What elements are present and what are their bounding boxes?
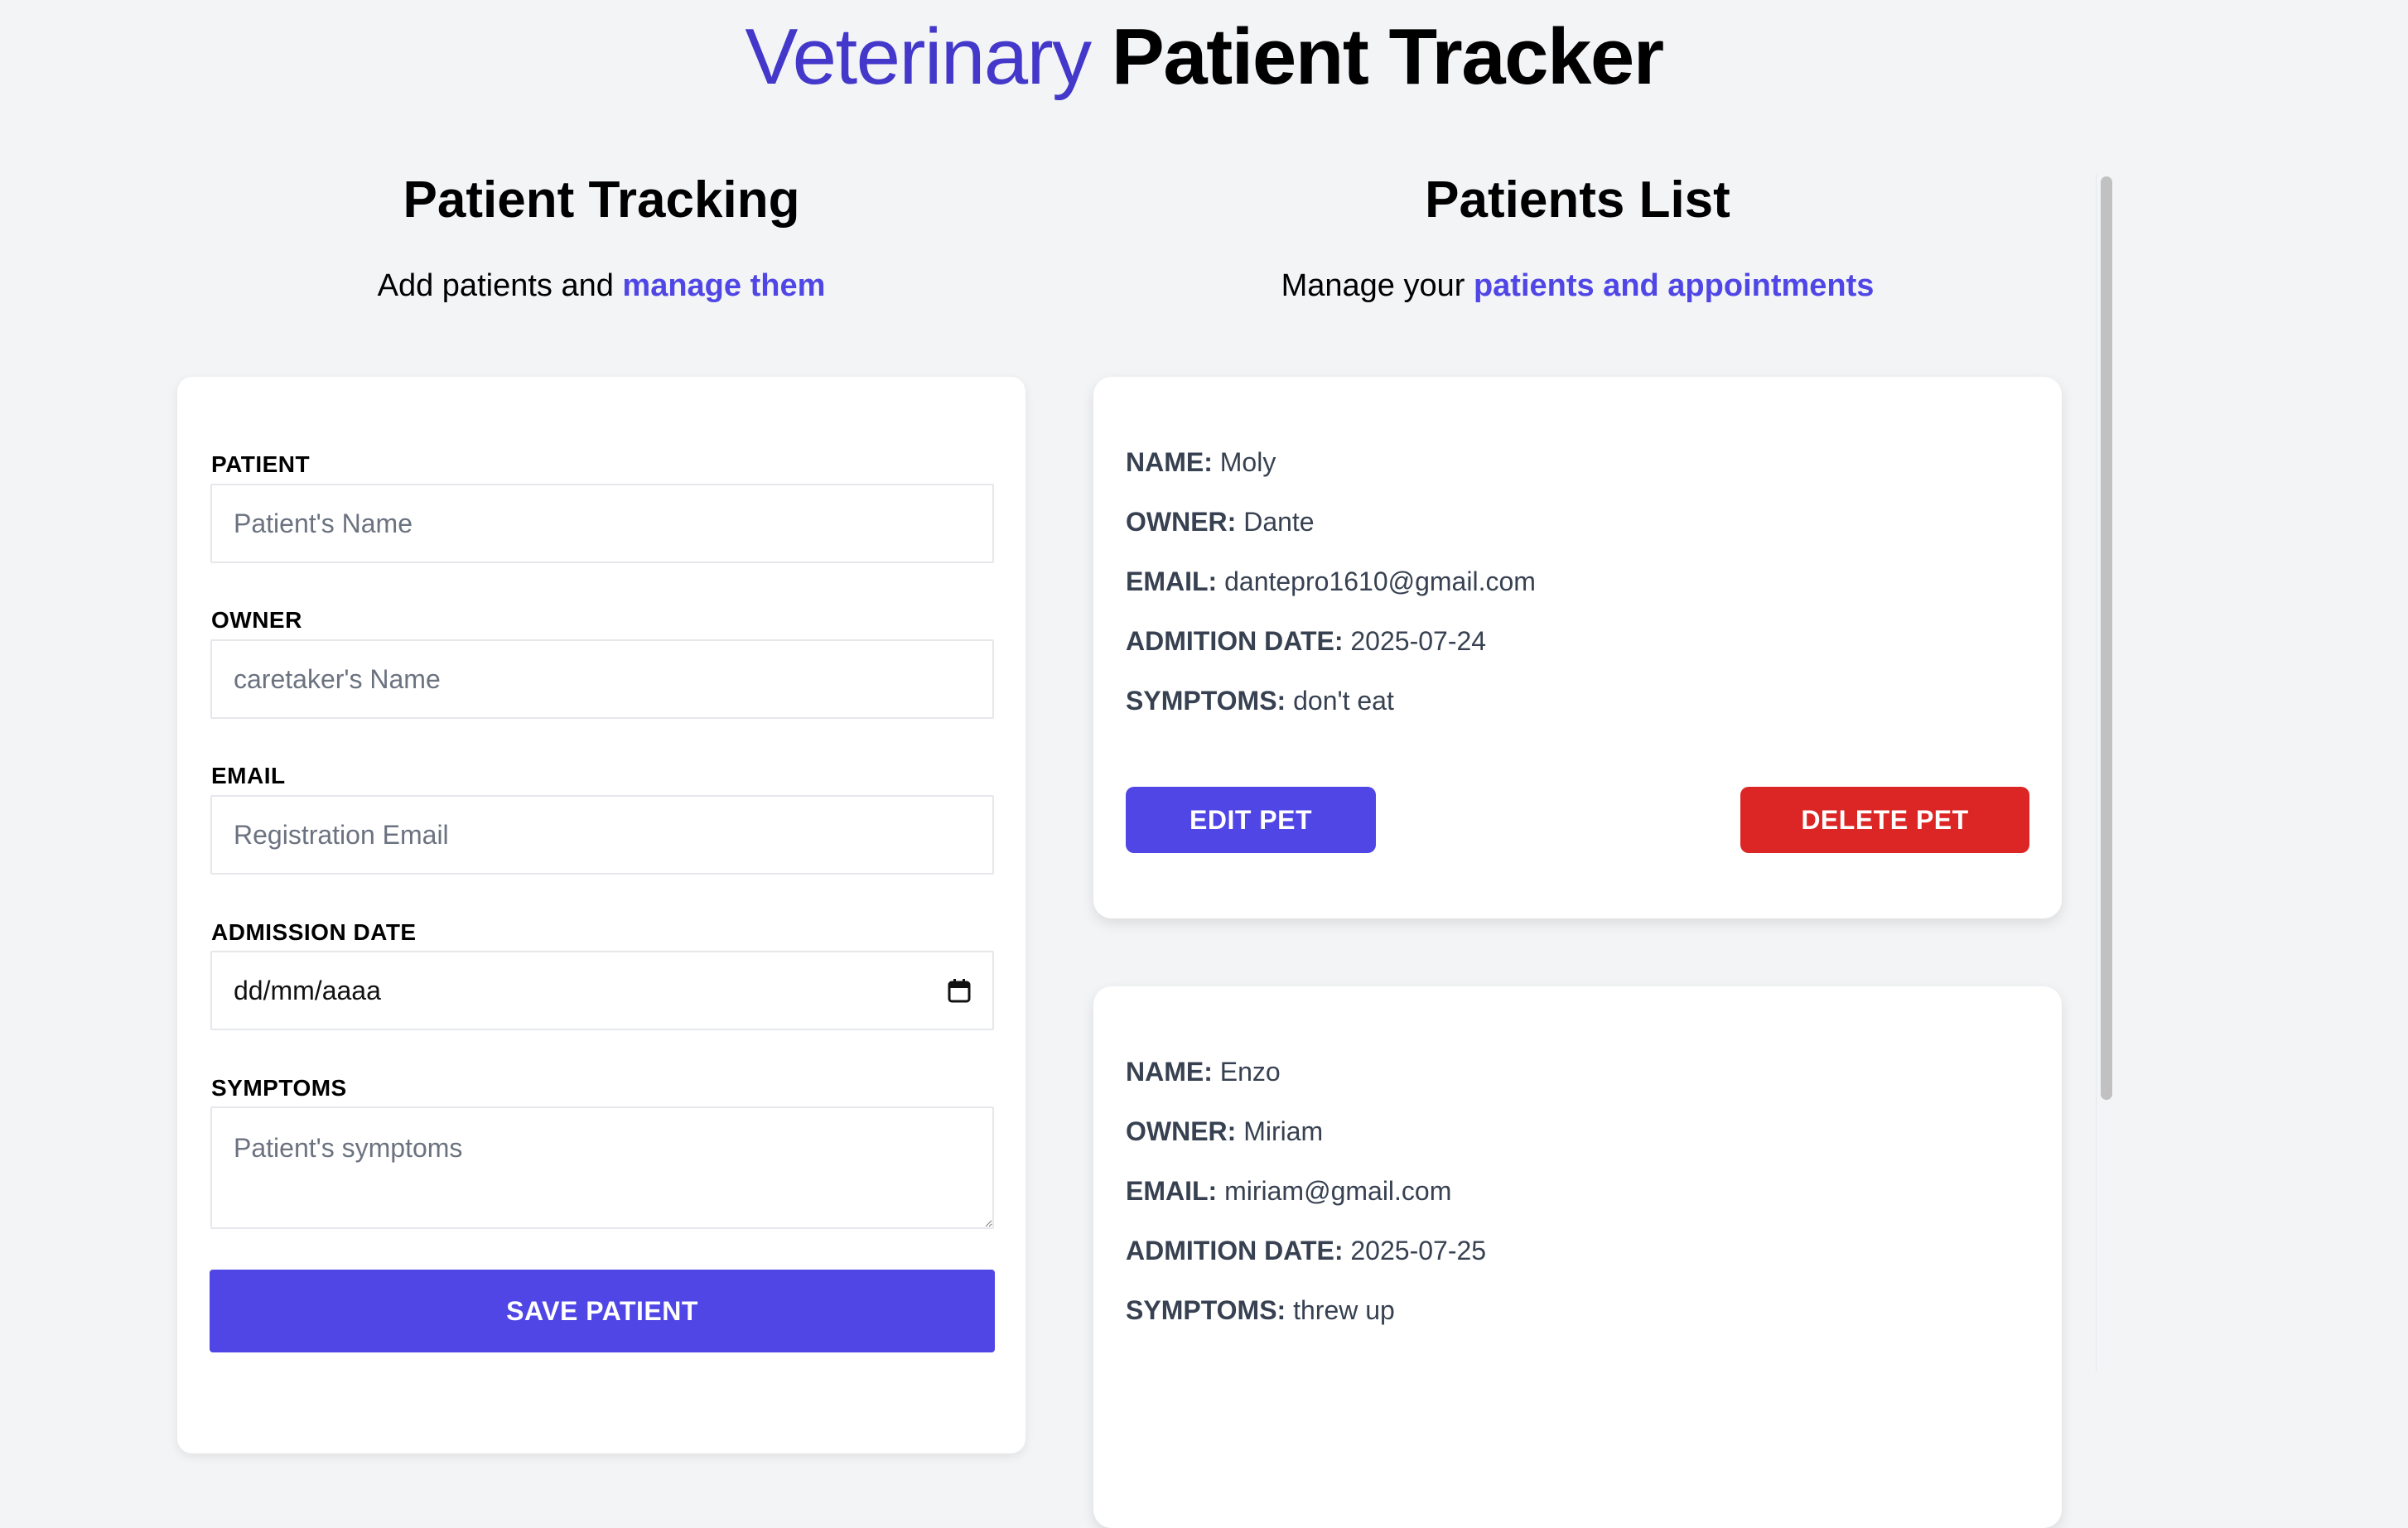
patient-name-input[interactable] xyxy=(210,484,994,563)
calendar-icon[interactable] xyxy=(948,978,971,1003)
date-value: 2025-07-24 xyxy=(1350,626,1487,656)
patient-symptoms-field: SYMPTOMS: don't eat xyxy=(1126,686,1394,716)
scrollbar-thumb[interactable] xyxy=(2101,176,2112,1100)
title-light: Veterinary xyxy=(745,12,1092,101)
symptoms-textarea[interactable] xyxy=(210,1106,994,1229)
email-label: EMAIL: xyxy=(1126,566,1218,596)
email-value: dantepro1610@gmail.com xyxy=(1224,566,1536,596)
patient-name-field: NAME: Enzo xyxy=(1126,1057,1281,1087)
patient-label: PATIENT xyxy=(211,451,311,477)
patient-owner-field: OWNER: Dante xyxy=(1126,507,1315,537)
symptoms-label: SYMPTOMS: xyxy=(1126,686,1286,716)
list-heading: Patients List xyxy=(1425,171,1730,229)
patient-card: NAME: Enzo OWNER: Miriam EMAIL: miriam@g… xyxy=(1093,986,2062,1528)
email-label: EMAIL xyxy=(211,763,286,788)
patient-email-field: EMAIL: dantepro1610@gmail.com xyxy=(1126,566,1536,597)
email-label: EMAIL: xyxy=(1126,1176,1218,1206)
date-label: ADMITION DATE: xyxy=(1126,626,1344,656)
owner-label: OWNER: xyxy=(1126,1116,1237,1146)
form-heading: Patient Tracking xyxy=(403,171,800,229)
form-subtitle: Add patients and manage them xyxy=(177,268,1025,306)
admission-date-input[interactable]: dd/mm/aaaa xyxy=(210,951,994,1030)
patient-owner-field: OWNER: Miriam xyxy=(1126,1116,1323,1147)
name-value: Moly xyxy=(1219,447,1276,477)
owner-label: OWNER: xyxy=(1126,507,1237,537)
symptoms-value: threw up xyxy=(1293,1295,1395,1325)
owner-label: OWNER xyxy=(211,607,302,633)
list-subtitle-highlight: patients and appointments xyxy=(1473,268,1875,303)
patients-list-scrollbar[interactable] xyxy=(2096,174,2118,1371)
patient-email-field: EMAIL: miriam@gmail.com xyxy=(1126,1176,1451,1207)
email-input[interactable] xyxy=(210,795,994,875)
date-value: 2025-07-25 xyxy=(1350,1236,1487,1265)
owner-name-input[interactable] xyxy=(210,639,994,719)
patient-name-field: NAME: Moly xyxy=(1126,447,1276,478)
name-label: NAME: xyxy=(1126,447,1213,477)
form-subtitle-highlight: manage them xyxy=(622,268,826,303)
date-placeholder: dd/mm/aaaa xyxy=(234,975,381,1005)
email-value: miriam@gmail.com xyxy=(1224,1176,1452,1206)
patient-symptoms-field: SYMPTOMS: threw up xyxy=(1126,1295,1395,1326)
patient-form: PATIENT OWNER EMAIL ADMISSION DATE dd/mm… xyxy=(177,377,1025,1453)
owner-value: Dante xyxy=(1243,507,1315,537)
date-label: ADMITION DATE: xyxy=(1126,1236,1344,1265)
owner-value: Miriam xyxy=(1243,1116,1324,1146)
symptoms-value: don't eat xyxy=(1293,686,1394,716)
patient-date-field: ADMITION DATE: 2025-07-25 xyxy=(1126,1236,1486,1266)
list-subtitle-prefix: Manage your xyxy=(1281,268,1474,303)
edit-pet-button[interactable]: EDIT PET xyxy=(1126,787,1376,853)
symptoms-label: SYMPTOMS xyxy=(211,1075,347,1101)
patient-card: NAME: Moly OWNER: Dante EMAIL: dantepro1… xyxy=(1093,377,2062,918)
name-value: Enzo xyxy=(1219,1057,1281,1087)
list-subtitle: Manage your patients and appointments xyxy=(1093,268,2062,306)
patient-date-field: ADMITION DATE: 2025-07-24 xyxy=(1126,626,1486,657)
page-title: Veterinary Patient Tracker xyxy=(0,3,2408,111)
admission-date-label: ADMISSION DATE xyxy=(211,919,417,945)
name-label: NAME: xyxy=(1126,1057,1213,1087)
form-subtitle-prefix: Add patients and xyxy=(377,268,623,303)
title-bold: Patient Tracker xyxy=(1111,12,1664,101)
save-patient-button[interactable]: SAVE PATIENT xyxy=(210,1270,995,1352)
symptoms-label: SYMPTOMS: xyxy=(1126,1295,1286,1325)
delete-pet-button[interactable]: DELETE PET xyxy=(1740,787,2029,853)
